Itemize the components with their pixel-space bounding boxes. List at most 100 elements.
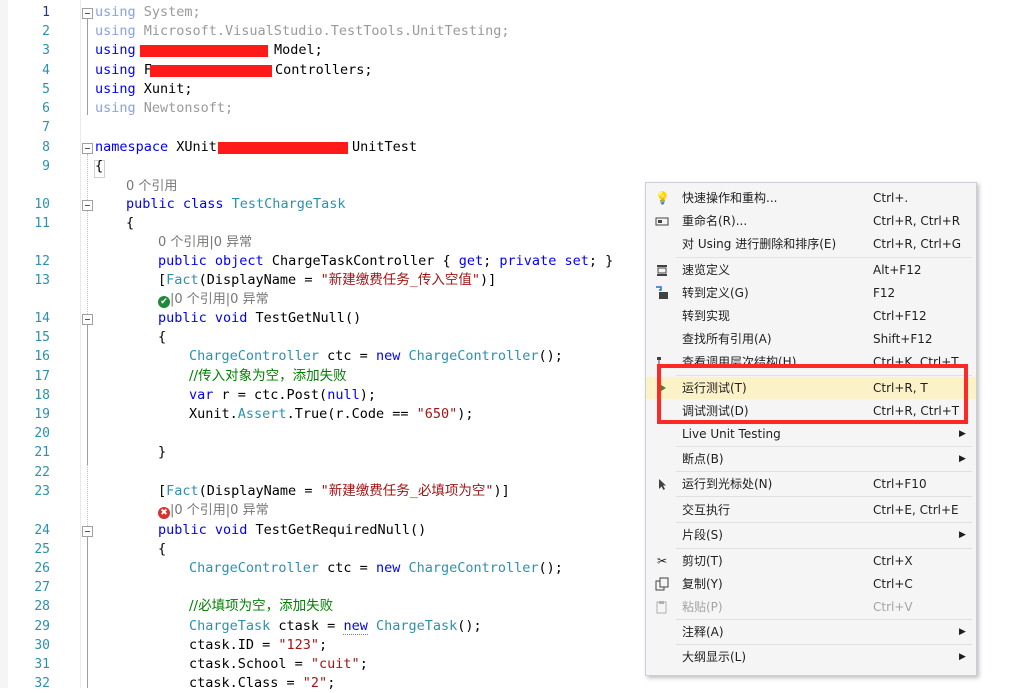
menu-separator bbox=[676, 619, 972, 620]
line-number: 16 bbox=[34, 349, 50, 364]
line-number: 5 bbox=[42, 82, 50, 97]
codelens-test-status[interactable]: ✖ |0 个引用|0 异常 bbox=[158, 501, 269, 520]
redaction-mark bbox=[150, 65, 272, 77]
line-number: 21 bbox=[34, 445, 50, 460]
menu-item-paste[interactable]: 粘贴(P) Ctrl+V bbox=[646, 596, 976, 618]
code-line[interactable]: public object ChargeTaskController { get… bbox=[158, 252, 613, 271]
line-number: 14 bbox=[34, 311, 50, 326]
menu-item-goto-implementation[interactable]: 转到实现 Ctrl+F12 bbox=[646, 305, 976, 327]
submenu-arrow-icon: ▶ bbox=[959, 429, 966, 439]
code-line[interactable]: public class TestChargeTask bbox=[126, 195, 345, 214]
codelens-test-status[interactable]: ✔ |0 个引用|0 异常 bbox=[158, 290, 269, 309]
collapse-method-toggle[interactable] bbox=[82, 314, 93, 325]
menu-item-breakpoint[interactable]: 断点(B) ▶ bbox=[646, 448, 976, 470]
code-line[interactable]: using bbox=[95, 41, 136, 60]
code-line[interactable]: { bbox=[126, 214, 134, 233]
line-number: 10 bbox=[34, 197, 50, 212]
menu-item-execute-interactive[interactable]: 交互执行 Ctrl+E, Ctrl+E bbox=[646, 499, 976, 521]
line-number: 29 bbox=[34, 619, 50, 634]
code-line[interactable]: using Newtonsoft; bbox=[95, 99, 233, 118]
menu-item-rename[interactable]: 重命名(R)... Ctrl+R, Ctrl+R bbox=[646, 210, 976, 232]
menu-item-snippets[interactable]: 片段(S) ▶ bbox=[646, 524, 976, 546]
line-number: 30 bbox=[34, 638, 50, 653]
code-line[interactable]: ChargeTask ctask = new ChargeTask(); bbox=[189, 617, 482, 636]
code-line[interactable]: { bbox=[95, 157, 103, 176]
line-number: 4 bbox=[42, 63, 50, 78]
menu-item-outlining[interactable]: 大纲显示(L) ▶ bbox=[646, 646, 976, 668]
menu-item-goto-definition[interactable]: 转到定义(G) F12 bbox=[646, 282, 976, 304]
line-number: 12 bbox=[34, 254, 50, 269]
menu-separator bbox=[676, 522, 972, 523]
collapse-using-toggle[interactable] bbox=[82, 8, 93, 19]
collapse-class-toggle[interactable] bbox=[82, 200, 93, 211]
test-passed-icon: ✔ bbox=[158, 296, 170, 308]
line-number: 15 bbox=[34, 330, 50, 345]
line-number: 28 bbox=[34, 599, 50, 614]
line-number: 25 bbox=[34, 542, 50, 557]
menu-item-run-to-cursor[interactable]: 运行到光标处(N) Ctrl+F10 bbox=[646, 473, 976, 495]
menu-item-find-all-references[interactable]: 查找所有引用(A) Shift+F12 bbox=[646, 328, 976, 350]
code-line[interactable]: { bbox=[158, 328, 166, 347]
menu-item-peek-definition[interactable]: 速览定义 Alt+F12 bbox=[646, 259, 976, 281]
code-line[interactable]: ChargeController ctc = new ChargeControl… bbox=[189, 347, 563, 366]
menu-separator bbox=[676, 644, 972, 645]
line-number: 2 bbox=[42, 24, 50, 39]
code-line-fragment: Controllers; bbox=[275, 62, 373, 78]
code-line[interactable]: using Microsoft.VisualStudio.TestTools.U… bbox=[95, 22, 510, 41]
menu-separator bbox=[676, 548, 972, 549]
line-number: 26 bbox=[34, 561, 50, 576]
collapse-namespace-toggle[interactable] bbox=[82, 143, 93, 154]
line-number: 23 bbox=[34, 484, 50, 499]
codelens-references[interactable]: 0 个引用|0 异常 bbox=[158, 233, 252, 252]
outline-guide bbox=[87, 325, 88, 465]
menu-separator bbox=[676, 471, 972, 472]
goto-definition-icon bbox=[655, 286, 669, 300]
code-line[interactable]: public void TestGetRequiredNull() bbox=[158, 521, 426, 540]
line-number: 31 bbox=[34, 657, 50, 672]
code-line[interactable]: [Fact(DisplayName = "新建缴费任务_传入空值")] bbox=[158, 271, 496, 290]
code-line[interactable]: Xunit.Assert.True(r.Code == "650"); bbox=[189, 405, 474, 424]
paste-icon bbox=[655, 600, 669, 614]
code-line[interactable]: public void TestGetNull() bbox=[158, 309, 361, 328]
code-line[interactable]: ChargeController ctc = new ChargeControl… bbox=[189, 559, 563, 578]
code-line[interactable]: var r = ctc.Post(null); bbox=[189, 386, 376, 405]
line-number: 13 bbox=[34, 273, 50, 288]
annotation-highlight-box bbox=[657, 364, 968, 424]
code-line[interactable]: ctask.School = "cuit"; bbox=[189, 655, 368, 674]
collapse-method-toggle[interactable] bbox=[82, 526, 93, 537]
menu-item-remove-sort-usings[interactable]: 对 Using 进行删除和排序(E) Ctrl+R, Ctrl+G bbox=[646, 233, 976, 255]
code-line[interactable]: ctask.ID = "123"; bbox=[189, 636, 327, 655]
line-number: 8 bbox=[42, 140, 50, 155]
code-comment[interactable]: //必填项为空，添加失败 bbox=[189, 597, 333, 616]
codelens-references[interactable]: 0 个引用 bbox=[126, 177, 177, 196]
code-line[interactable]: ctask.Class = "2"; bbox=[189, 674, 335, 693]
menu-item-quick-actions[interactable]: 💡 快速操作和重构... Ctrl+. bbox=[646, 187, 976, 209]
margin-divider bbox=[80, 0, 81, 688]
code-comment[interactable]: //传入对象为空，添加失败 bbox=[189, 367, 347, 386]
code-line[interactable]: } bbox=[158, 443, 166, 462]
line-number: 22 bbox=[34, 465, 50, 480]
line-number: 20 bbox=[34, 426, 50, 441]
menu-item-live-unit-testing[interactable]: Live Unit Testing ▶ bbox=[646, 423, 976, 445]
code-line-fragment: UnitTest bbox=[352, 139, 418, 155]
code-line[interactable]: using System; bbox=[95, 3, 201, 22]
code-line[interactable]: [Fact(DisplayName = "新建缴费任务_必填项为空")] bbox=[158, 482, 510, 501]
code-line[interactable]: using F bbox=[95, 61, 152, 80]
submenu-arrow-icon: ▶ bbox=[959, 530, 966, 540]
menu-item-comment[interactable]: 注释(A) ▶ bbox=[646, 621, 976, 643]
menu-item-cut[interactable]: ✂ 剪切(T) Ctrl+X bbox=[646, 550, 976, 572]
line-number: 9 bbox=[42, 159, 50, 174]
menu-item-copy[interactable]: 复制(Y) Ctrl+C bbox=[646, 573, 976, 595]
peek-definition-icon bbox=[655, 263, 669, 277]
code-line[interactable]: { bbox=[158, 540, 166, 559]
line-number: 17 bbox=[34, 369, 50, 384]
line-number: 24 bbox=[34, 523, 50, 538]
code-line[interactable]: namespace XUnit. bbox=[95, 138, 225, 157]
menu-separator bbox=[676, 496, 972, 497]
code-line[interactable]: using Xunit; bbox=[95, 80, 193, 99]
line-number: 32 bbox=[34, 676, 50, 691]
redaction-mark bbox=[140, 45, 268, 57]
line-number: 19 bbox=[34, 407, 50, 422]
code-line-fragment: Model; bbox=[274, 42, 323, 58]
line-number: 7 bbox=[42, 120, 50, 135]
